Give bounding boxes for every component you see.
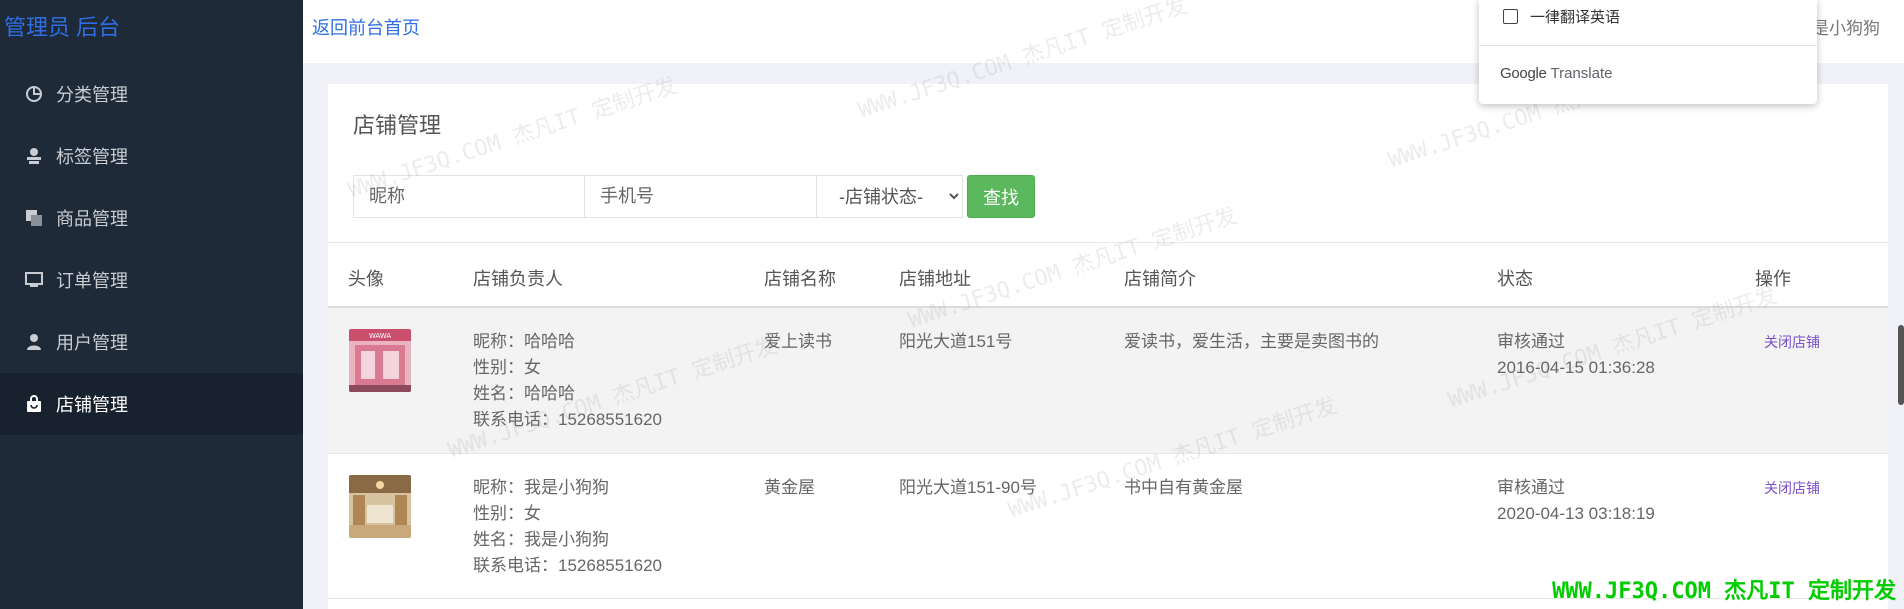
phone-input[interactable] [585,175,817,218]
shop-status: 审核通过 2020-04-13 03:18:19 [1497,475,1655,527]
owner-nickname: 昵称：哈哈哈 [473,332,575,351]
owner-gender: 性别：女 [473,358,541,377]
copy-icon [24,208,44,228]
always-translate-label: 一律翻译英语 [1530,9,1621,26]
shop-status: 审核通过 2016-04-15 01:36:28 [1497,329,1655,381]
shop-intro: 爱读书，爱生活，主要是卖图书的 [1124,332,1379,351]
pie-chart-icon [24,84,44,104]
always-translate-option[interactable]: 一律翻译英语 [1503,6,1620,27]
shop-address: 阳光大道151-90号 [899,478,1037,497]
status-text: 审核通过 [1497,478,1565,497]
status-text: 审核通过 [1497,332,1565,351]
page-title: 店铺管理 [353,113,442,138]
owner-phone: 联系电话：15268551620 [473,410,663,429]
owner-phone: 联系电话：15268551620 [473,556,663,575]
col-intro: 店铺简介 [1124,269,1196,289]
google-wordmark: Google [1500,65,1547,82]
sidebar-item-label: 分类管理 [56,85,128,105]
table-row: WAWA 昵称：哈哈哈 性别：女 姓名：哈哈哈 联系电话：15268551620… [328,308,1888,454]
checkbox-icon[interactable] [1503,9,1518,24]
nickname-input[interactable] [353,175,585,218]
col-action: 操作 [1755,269,1791,289]
scrollbar-thumb[interactable] [1898,325,1904,405]
col-owner: 店铺负责人 [473,269,563,289]
footer-watermark: WWW.JF3Q.COM 杰凡IT 定制开发 [1552,579,1896,604]
current-user-name[interactable]: 是小狗狗 [1812,14,1880,39]
sidebar: 管理员 后台 分类管理 标签管理 商品管理 订单管理 用户管理 店铺管理 [0,0,303,609]
back-to-frontend-link[interactable]: 返回前台首页 [312,14,420,40]
sidebar-item-label: 订单管理 [56,271,128,291]
status-time: 2016-04-15 01:36:28 [1497,358,1655,377]
sidebar-item-label: 用户管理 [56,333,128,353]
search-bar: -店铺状态- 查找 [353,175,1035,218]
user-icon [24,332,44,352]
close-shop-link[interactable]: 关闭店铺 [1764,480,1820,496]
shop-table: 头像 店铺负责人 店铺名称 店铺地址 店铺简介 状态 操作 WAWA 昵称：哈哈… [328,242,1888,599]
google-translate-logo: Google Translate [1500,65,1612,82]
sidebar-item-label: 商品管理 [56,209,128,229]
status-time: 2020-04-13 03:18:19 [1497,504,1655,523]
table-header: 头像 店铺负责人 店铺名称 店铺地址 店铺简介 状态 操作 [328,242,1888,308]
sidebar-item-category[interactable]: 分类管理 [0,63,303,125]
translate-popup: 一律翻译英语 Google Translate [1479,0,1817,104]
col-address: 店铺地址 [899,269,971,289]
owner-name: 姓名：我是小狗狗 [473,530,609,549]
sidebar-item-label: 标签管理 [56,147,128,167]
shop-name: 黄金屋 [764,478,815,497]
sidebar-item-orders[interactable]: 订单管理 [0,249,303,311]
sidebar-item-tags[interactable]: 标签管理 [0,125,303,187]
col-status: 状态 [1497,269,1533,289]
find-button[interactable]: 查找 [967,175,1035,218]
shop-intro: 书中自有黄金屋 [1124,478,1243,497]
action-cell: 关闭店铺 [1764,475,1820,501]
shop-avatar: WAWA [349,329,411,392]
popup-divider [1479,45,1817,46]
sidebar-nav: 分类管理 标签管理 商品管理 订单管理 用户管理 店铺管理 [0,63,303,435]
owner-info: 昵称：哈哈哈 性别：女 姓名：哈哈哈 联系电话：15268551620 [473,329,662,433]
shop-management-panel: 店铺管理 -店铺状态- 查找 头像 店铺负责人 店铺名称 店铺地址 店铺简介 状… [328,84,1888,609]
shopping-bag-icon [24,394,44,414]
shop-avatar [349,475,411,538]
action-cell: 关闭店铺 [1764,329,1820,355]
shop-sign-text: WAWA [369,332,391,340]
col-avatar: 头像 [348,269,384,289]
owner-info: 昵称：我是小狗狗 性别：女 姓名：我是小狗狗 联系电话：15268551620 [473,475,662,579]
sidebar-item-users[interactable]: 用户管理 [0,311,303,373]
owner-nickname: 昵称：我是小狗狗 [473,478,609,497]
sidebar-item-goods[interactable]: 商品管理 [0,187,303,249]
close-shop-link[interactable]: 关闭店铺 [1764,334,1820,350]
shop-address: 阳光大道151号 [899,332,1013,351]
monitor-icon [24,270,44,290]
sidebar-item-shops[interactable]: 店铺管理 [0,373,303,435]
col-shop-name: 店铺名称 [764,269,836,289]
shop-status-select[interactable]: -店铺状态- [817,175,963,218]
owner-gender: 性别：女 [473,504,541,523]
brand-title: 管理员 后台 [4,15,121,40]
tag-user-icon [24,146,44,166]
sidebar-item-label: 店铺管理 [56,395,128,415]
owner-name: 姓名：哈哈哈 [473,384,575,403]
translate-wordmark: Translate [1550,65,1613,82]
shop-name: 爱上读书 [764,332,832,351]
